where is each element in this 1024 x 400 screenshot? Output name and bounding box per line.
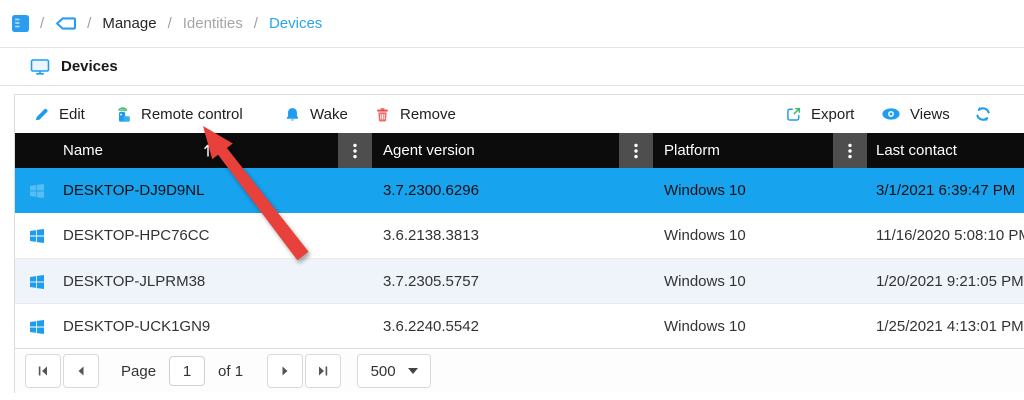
grid-toolbar: Edit Remote control Wake [15, 95, 1024, 133]
chevron-down-icon [408, 368, 418, 374]
export-label: Export [811, 106, 854, 123]
views-button[interactable]: Views [881, 95, 950, 133]
column-header-platform[interactable]: Platform [664, 133, 720, 168]
breadcrumb-separator: / [87, 15, 91, 32]
column-menu-platform[interactable] [833, 133, 867, 168]
table-row[interactable]: DESKTOP-HPC76CC 3.6.2138.3813 Windows 10… [15, 213, 1024, 258]
breadcrumb-item-devices[interactable]: Devices [269, 15, 322, 32]
cell-agent-version: 3.6.2138.3813 [383, 213, 479, 258]
remote-control-label: Remote control [141, 106, 243, 123]
prev-page-icon [75, 365, 87, 377]
tag-icon[interactable] [55, 16, 76, 31]
page-title-bar: Devices [0, 48, 1024, 85]
breadcrumb-item-identities[interactable]: Identities [183, 15, 243, 32]
windows-icon [29, 259, 45, 304]
windows-icon [29, 168, 45, 213]
page-label: Page [121, 363, 156, 380]
breadcrumb-separator: / [40, 15, 44, 32]
breadcrumb-separator: / [254, 15, 258, 32]
remote-control-button[interactable]: Remote control [114, 95, 243, 133]
wake-label: Wake [310, 106, 348, 123]
cell-name: DESKTOP-UCK1GN9 [63, 304, 210, 349]
prev-page-button[interactable] [63, 354, 99, 388]
cell-agent-version: 3.7.2300.6296 [383, 168, 479, 213]
trash-icon [374, 106, 391, 123]
remove-button[interactable]: Remove [374, 95, 456, 133]
notebook-icon[interactable] [12, 15, 29, 32]
cell-platform: Windows 10 [664, 168, 746, 213]
monitor-icon [30, 58, 50, 76]
windows-icon [29, 213, 45, 258]
cell-last-contact: 1/20/2021 9:21:05 PM [876, 259, 1024, 304]
page-of-label: of 1 [218, 363, 243, 380]
table-row[interactable]: DESKTOP-JLPRM38 3.7.2305.5757 Windows 10… [15, 258, 1024, 303]
cell-name: DESKTOP-HPC76CC [63, 213, 209, 258]
column-header-last-contact[interactable]: Last contact [876, 133, 957, 168]
views-label: Views [910, 106, 950, 123]
cell-last-contact: 11/16/2020 5:08:10 PM [876, 213, 1024, 258]
breadcrumb-item-manage[interactable]: Manage [102, 15, 156, 32]
export-icon [785, 106, 802, 123]
cell-last-contact: 3/1/2021 6:39:47 PM [876, 168, 1015, 213]
divider [0, 85, 1024, 86]
cell-name: DESKTOP-JLPRM38 [63, 259, 205, 304]
first-page-icon [37, 365, 49, 377]
bell-icon [284, 106, 301, 123]
page-number-input[interactable] [169, 356, 205, 386]
edit-label: Edit [59, 106, 85, 123]
column-header-agent-version[interactable]: Agent version [383, 133, 475, 168]
refresh-button[interactable] [974, 95, 992, 133]
grid-pager: Page of 1 500 [15, 348, 1024, 393]
table-row[interactable]: DESKTOP-DJ9D9NL 3.7.2300.6296 Windows 10… [15, 168, 1024, 213]
wake-button[interactable]: Wake [284, 95, 348, 133]
breadcrumb: / / Manage / Identities / Devices [12, 0, 322, 47]
grid-header: Name Agent version Platform Last contact [15, 133, 1024, 168]
next-page-icon [279, 365, 291, 377]
page-size-select[interactable]: 500 [357, 354, 431, 388]
next-page-button[interactable] [267, 354, 303, 388]
last-page-icon [317, 365, 329, 377]
last-page-button[interactable] [305, 354, 341, 388]
column-header-name[interactable]: Name [63, 133, 103, 168]
refresh-icon [974, 105, 992, 123]
windows-icon [29, 304, 45, 349]
first-page-button[interactable] [25, 354, 61, 388]
cell-last-contact: 1/25/2021 4:13:01 PM [876, 304, 1024, 349]
cell-name: DESKTOP-DJ9D9NL [63, 168, 204, 213]
remove-label: Remove [400, 106, 456, 123]
edit-button[interactable]: Edit [33, 95, 85, 133]
breadcrumb-separator: / [168, 15, 172, 32]
cell-agent-version: 3.7.2305.5757 [383, 259, 479, 304]
column-menu-name[interactable] [338, 133, 372, 168]
remote-control-icon [114, 105, 132, 123]
cell-platform: Windows 10 [664, 304, 746, 349]
pencil-icon [33, 106, 50, 123]
cell-platform: Windows 10 [664, 213, 746, 258]
export-button[interactable]: Export [785, 95, 854, 133]
cell-agent-version: 3.6.2240.5542 [383, 304, 479, 349]
table-row[interactable]: DESKTOP-UCK1GN9 3.6.2240.5542 Windows 10… [15, 303, 1024, 348]
page-title: Devices [61, 58, 118, 75]
devices-grid-card: Edit Remote control Wake [14, 94, 1024, 393]
cell-platform: Windows 10 [664, 259, 746, 304]
column-menu-agent-version[interactable] [619, 133, 653, 168]
eye-icon [881, 107, 901, 121]
page-size-value: 500 [371, 363, 396, 380]
sort-asc-icon [203, 133, 213, 168]
